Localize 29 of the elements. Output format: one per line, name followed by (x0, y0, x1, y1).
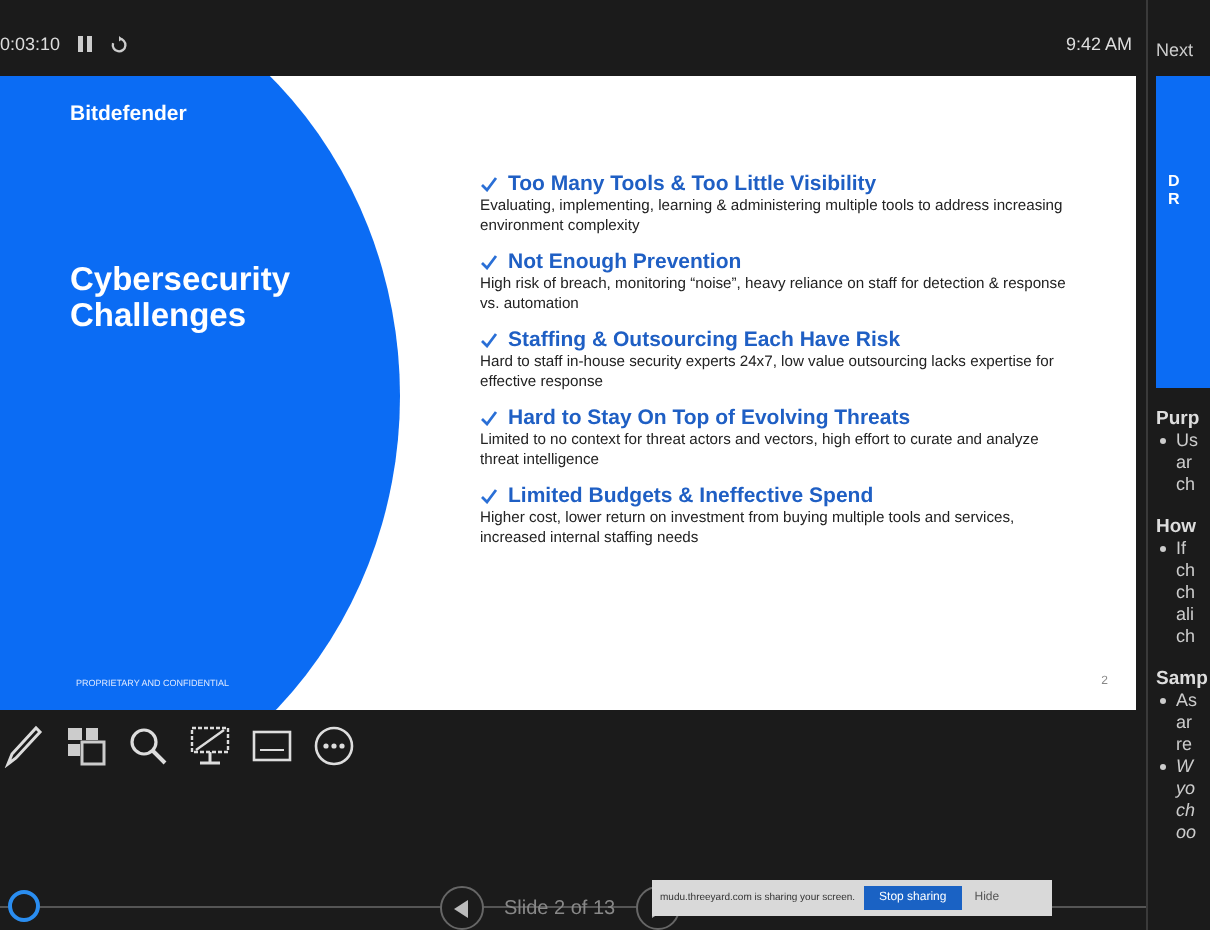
notes-text: If (1176, 538, 1187, 560)
notes-text: yo (1176, 778, 1196, 800)
notes-text: Us (1176, 430, 1198, 452)
notes-text: ch (1176, 560, 1196, 582)
notes-text: ar (1176, 712, 1193, 734)
point-heading: Limited Budgets & Ineffective Spend (508, 484, 874, 508)
slide-title: Cybersecurity Challenges (70, 262, 293, 334)
notes-text: As (1176, 690, 1198, 712)
point-heading: Too Many Tools & Too Little Visibility (508, 172, 877, 196)
notes-heading: Purp (1156, 408, 1200, 430)
clock-time: 9:42 AM (1065, 34, 1132, 54)
notes-text: ch (1176, 582, 1196, 604)
point-heading: Staffing & Outsourcing Each Have Risk (508, 328, 901, 352)
notes-text: ar (1176, 452, 1193, 474)
next-slide-label: Next (1156, 40, 1196, 60)
notes-text: ch (1176, 626, 1196, 648)
notes-text: re (1176, 734, 1193, 756)
point-heading: Hard to Stay On Top of Evolving Threats (508, 406, 911, 430)
notes-text: ch (1176, 800, 1196, 822)
elapsed-timer: 0:03:10 (0, 34, 61, 54)
notes-heading: Samp (1156, 668, 1208, 690)
notes-text: W (1176, 756, 1193, 778)
notes-text: oo (1176, 822, 1197, 844)
notes-heading: How (1156, 516, 1197, 538)
slide-counter: Slide 2 of 13 (504, 897, 616, 919)
brand-logo-text: Bitdefender (70, 102, 189, 126)
point-heading: Not Enough Prevention (508, 250, 742, 274)
notes-text: ch (1176, 474, 1196, 496)
notes-text: ali (1176, 604, 1195, 626)
